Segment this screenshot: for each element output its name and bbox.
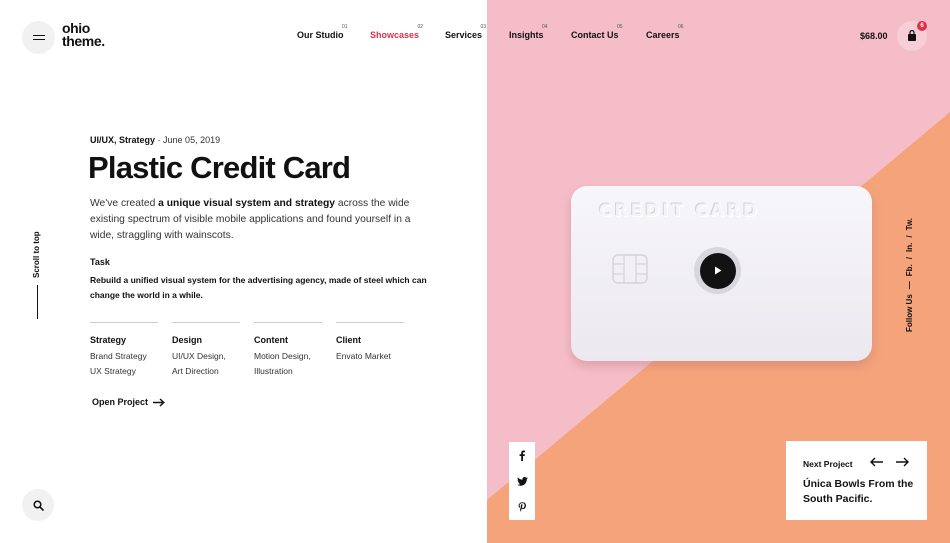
nav-label: Services	[445, 30, 483, 40]
nav-our-studio[interactable]: Our Studio 01	[297, 24, 348, 40]
cart-total[interactable]: $68.00	[860, 31, 888, 41]
next-project-card[interactable]: Next Project Única Bowls From the South …	[786, 441, 927, 520]
project-meta: UI/UX, Strategy · June 05, 2019	[90, 135, 220, 145]
task-text: Rebuild a unified visual system for the …	[90, 275, 427, 300]
follow-link-instagram[interactable]: In.	[905, 243, 919, 252]
divider	[90, 322, 158, 323]
prev-project-button[interactable]	[870, 457, 883, 467]
arrow-right-icon	[153, 397, 165, 407]
play-button[interactable]	[694, 247, 741, 294]
nav-number: 01	[341, 24, 348, 30]
play-icon	[714, 266, 721, 275]
follow-link-facebook[interactable]: Fb.	[905, 264, 919, 276]
shopping-bag-icon	[908, 30, 916, 41]
detail-heading: Strategy	[90, 335, 127, 345]
nav-label: Showcases	[370, 30, 420, 40]
nav-number: 06	[677, 24, 684, 30]
next-project-label: Next Project	[803, 459, 853, 469]
task-heading: Task	[90, 257, 110, 267]
search-icon	[32, 499, 44, 511]
detail-strategy: Strategy Brand Strategy UX Strategy	[90, 322, 158, 379]
nav-careers[interactable]: Careers 06	[646, 24, 684, 40]
divider	[254, 322, 322, 323]
detail-heading: Client	[336, 335, 362, 345]
nav-contact-us[interactable]: Contact Us 05	[571, 24, 623, 40]
project-categories[interactable]: UI/UX, Strategy	[90, 135, 155, 145]
detail-value: Motion Design,	[254, 351, 311, 361]
twitter-share-button[interactable]	[509, 468, 535, 494]
detail-content: Content Motion Design, Illustration	[254, 322, 322, 379]
facebook-icon	[519, 450, 525, 461]
cart-count-badge: 6	[917, 21, 927, 31]
arrow-right-icon	[896, 457, 909, 467]
search-button[interactable]	[22, 489, 54, 521]
divider	[172, 322, 240, 323]
project-description: We've created a unique visual system and…	[90, 196, 425, 244]
detail-value: Illustration	[254, 366, 293, 376]
follow-separator: /	[905, 235, 914, 238]
detail-values: Brand Strategy UX Strategy	[90, 349, 158, 379]
nav-label: Contact Us	[571, 30, 619, 40]
detail-client: Client Envato Market	[336, 322, 404, 364]
description-highlight: a unique visual system and strategy	[158, 198, 335, 209]
pinterest-icon	[518, 501, 526, 512]
detail-heading: Content	[254, 335, 288, 345]
detail-value: Art Direction	[172, 366, 219, 376]
scroll-to-top[interactable]: Scroll to top	[27, 222, 47, 322]
project-date: · June 05, 2019	[157, 135, 221, 145]
open-project-link[interactable]: Open Project	[92, 397, 165, 407]
arrow-left-icon	[870, 457, 883, 467]
twitter-icon	[516, 476, 528, 486]
detail-values: UI/UX Design, Art Direction	[172, 349, 240, 379]
next-project-arrows	[870, 457, 909, 467]
social-share-bar	[509, 442, 535, 520]
detail-heading: Design	[172, 335, 203, 345]
follow-link-twitter[interactable]: Tw.	[905, 218, 919, 230]
detail-value: UI/UX Design,	[172, 351, 226, 361]
nav-insights[interactable]: Insights 04	[509, 24, 548, 40]
detail-design: Design UI/UX Design, Art Direction	[172, 322, 240, 379]
detail-value: UX Strategy	[90, 366, 136, 376]
facebook-share-button[interactable]	[509, 442, 535, 468]
detail-values: Motion Design, Illustration	[254, 349, 322, 379]
detail-value: Envato Market	[336, 351, 391, 361]
nav-label: Insights	[509, 30, 544, 40]
nav-services[interactable]: Services 03	[445, 24, 486, 40]
divider	[336, 322, 404, 323]
page-title: Plastic Credit Card	[88, 150, 351, 185]
card-embossed-text: CREDIT CARD	[599, 201, 760, 221]
follow-dash: —	[905, 281, 914, 290]
nav-number: 03	[480, 24, 487, 30]
chip-icon	[612, 254, 648, 284]
scroll-to-top-label: Scroll to top	[32, 231, 41, 278]
scroll-line	[37, 285, 38, 319]
next-project-button[interactable]	[896, 457, 909, 467]
follow-us-label: Follow Us	[905, 294, 914, 332]
description-text: We've created	[90, 198, 159, 209]
nav-label: Our Studio	[297, 30, 344, 40]
follow-separator: /	[905, 256, 914, 260]
next-project-name: Única Bowls From the South Pacific.	[803, 478, 914, 505]
detail-value: Brand Strategy	[90, 351, 147, 361]
main-nav: Our Studio 01 Showcases 02 Services 03 I…	[0, 24, 950, 50]
pinterest-share-button[interactable]	[509, 494, 535, 520]
nav-showcases[interactable]: Showcases 02	[370, 24, 423, 40]
nav-number: 02	[417, 24, 424, 30]
nav-label: Careers	[646, 30, 680, 40]
project-details: Strategy Brand Strategy UX Strategy Desi…	[90, 322, 420, 382]
open-project-label: Open Project	[92, 397, 149, 407]
detail-values: Envato Market	[336, 349, 404, 364]
nav-number: 04	[541, 24, 548, 30]
nav-number: 05	[616, 24, 623, 30]
follow-us: Follow Us — Fb. / In. / Tw.	[905, 207, 919, 332]
